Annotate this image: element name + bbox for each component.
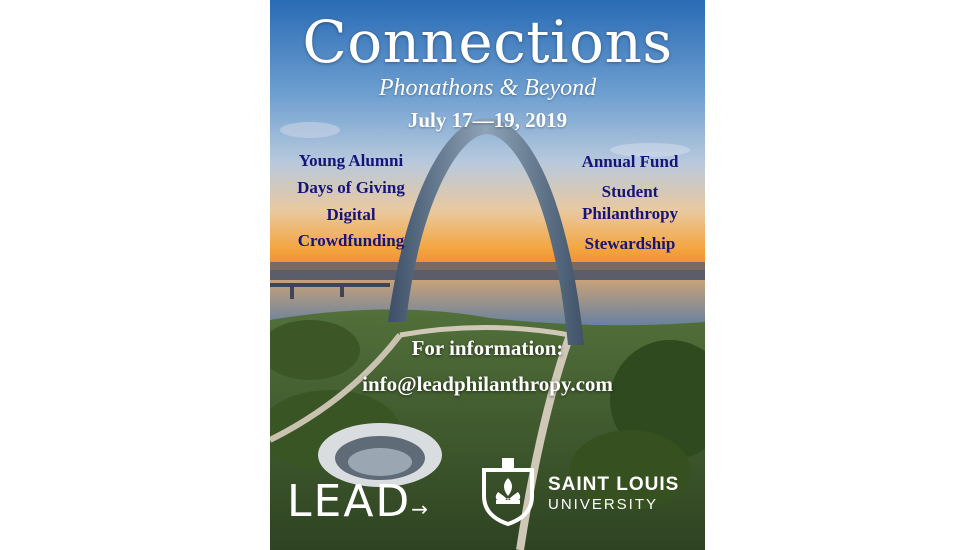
info-email: info@leadphilanthropy.com [362, 372, 613, 396]
topic-student: Student [601, 182, 659, 201]
slu-shield-icon [482, 458, 534, 526]
event-dates: July 17—19, 2019 [407, 108, 568, 132]
topic-digital: Digital [326, 205, 376, 224]
topic-young-alumni: Young Alumni [298, 151, 404, 170]
lead-logo: LEAD→ [287, 476, 430, 527]
info-label: For information: [411, 336, 564, 360]
arrow-icon: → [411, 497, 431, 521]
topic-annual-fund: Annual Fund [581, 152, 679, 171]
topic-days-of-giving: Days of Giving [297, 178, 405, 197]
slu-logo: SAINT LOUIS UNIVERSITY [478, 456, 693, 528]
topic-stewardship: Stewardship [584, 234, 676, 253]
poster-title: Connections [302, 8, 673, 76]
slu-name: SAINT LOUIS [548, 474, 680, 495]
poster-subtitle: Phonathons & Beyond [378, 75, 597, 101]
topic-philanthropy: Philanthropy [581, 204, 679, 223]
topic-crowdfunding: Crowdfunding [297, 231, 405, 250]
event-poster: Connections Phonathons & Beyond July 17—… [270, 0, 705, 550]
slu-subname: UNIVERSITY [548, 496, 659, 513]
lead-logo-text: LEAD [287, 476, 412, 527]
